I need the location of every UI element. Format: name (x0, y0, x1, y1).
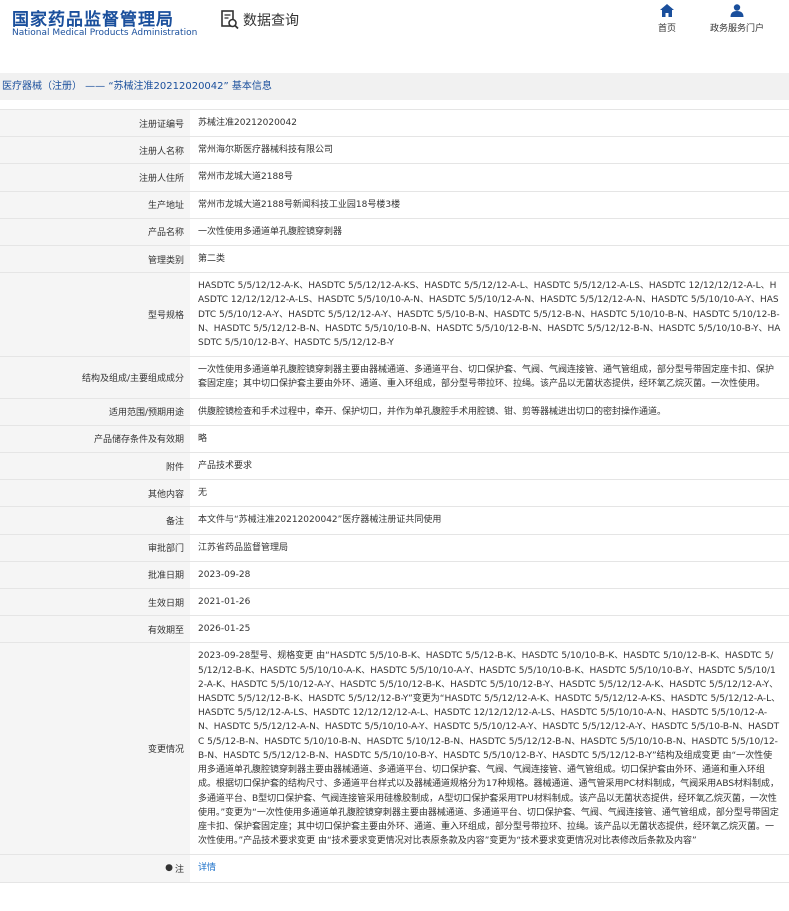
table-row: 产品储存条件及有效期略 (0, 425, 789, 454)
table-row: 产品名称 一次性使用多通道单孔腹腔镜穿刺器 (0, 218, 789, 247)
row-value: 一次性使用多通道单孔腹腔镜穿刺器主要由器械通道、多通道平台、切口保护套、气阀、气… (198, 365, 775, 390)
row-label: 有效期至 (0, 616, 190, 643)
table-row: 有效期至 2026-01-25 (0, 616, 789, 644)
row-value: 供腹腔镜检查和手术过程中，牵开、保护切口，并作为单孔腹腔手术用腔镜、钳、剪等器械… (198, 406, 667, 417)
table-row: 其他内容无 (0, 480, 789, 508)
row-value: 2026-01-25 (198, 624, 251, 635)
row-label: 结构及组成/主要组成成分 (0, 357, 190, 398)
note-label-cell: ● 注 (0, 855, 190, 882)
table-row: 型号规格 HASDTC 5/5/12/12-A-K、HASDTC 5/5/12/1… (0, 273, 789, 358)
breadcrumb: 医疗器械（注册） —— “苏械注准20212020042” 基本信息 (0, 73, 789, 100)
row-value: 常州市龙城大道2188号新闻科技工业园18号楼3楼 (198, 199, 401, 210)
row-value: 无 (198, 488, 208, 499)
row-value: 江苏省药品监督管理局 (198, 542, 289, 553)
home-icon (660, 4, 674, 17)
note-value-cell: 详情 (190, 855, 789, 881)
user-icon (730, 4, 744, 17)
row-value: 2021-01-26 (198, 597, 251, 608)
row-value: 产品技术要求 (198, 461, 253, 472)
note-row: ● 注详情 (0, 855, 789, 883)
details-link[interactable]: 详情 (198, 863, 216, 873)
row-value: 第二类 (198, 254, 226, 265)
row-label: 附件 (0, 453, 190, 480)
row-label: 产品储存条件及有效期 (0, 425, 190, 453)
table-row: 批准日期 2023-09-28 (0, 561, 789, 590)
row-label: 生效日期 (0, 589, 190, 616)
nav-home-label: 首页 (657, 24, 676, 34)
table-row: 适用范围/预期用途 供腹腔镜检查和手术过程中，牵开、保护切口，并作为单孔腹腔手术用… (0, 398, 789, 426)
table-row: 备注 本文件与“苏械注准20212020042”医疗器械注册证共同使用 (0, 507, 789, 535)
site-logo-en: National Medical Products Administration (12, 28, 198, 38)
row-value: 常州海尔斯医疗器械科技有限公司 (198, 145, 334, 156)
table-row: 注册人名称 常州海尔斯医疗器械科技有限公司 (0, 137, 789, 165)
row-value: HASDTC 5/5/12/12-A-K、HASDTC 5/5/12/12-A-… (198, 281, 781, 349)
table-row: 生效日期 2021-01-26 (0, 589, 789, 617)
table-row: 变更情况 2023-09-28型号、规格变更 由“HASDTC 5/5/10-B-… (0, 643, 789, 856)
row-label: 其他内容 (0, 480, 190, 507)
table-row: 生产地址 常州市龙城大道2188号新闻科技工业园18号楼3楼 (0, 191, 789, 219)
note-icon: ● (165, 863, 173, 874)
site-logo-cn[interactable]: 国家药品监督管理局 (12, 5, 174, 30)
row-value: 苏械注准20212020042 (198, 118, 297, 128)
note-label: 注 (174, 864, 184, 875)
row-label: 批准日期 (0, 561, 190, 589)
row-label: 注册证编号 (0, 110, 190, 137)
row-label: 适用范围/预期用途 (0, 398, 190, 425)
row-value: 本文件与“苏械注准20212020042”医疗器械注册证共同使用 (198, 515, 442, 526)
row-value: 略 (198, 433, 208, 444)
nav-gov-label: 政务服务门户 (709, 24, 764, 34)
row-label: 生产地址 (0, 191, 190, 218)
row-label: 审批部门 (0, 534, 190, 561)
row-label: 产品名称 (0, 218, 190, 246)
table-row: 结构及组成/主要组成成分 一次性使用多通道单孔腹腔镜穿刺器主要由器械通道、多通道平… (0, 357, 789, 399)
row-label: 管理类别 (0, 246, 190, 273)
data-query-icon (221, 10, 239, 30)
nav-home[interactable]: 首页 (652, 4, 682, 34)
row-label: 注册人名称 (0, 137, 190, 164)
row-label: 变更情况 (0, 643, 190, 855)
table-row: 注册人住所 常州市龙城大道2188号 (0, 164, 789, 192)
row-label: 备注 (0, 507, 190, 534)
row-value: 2023-09-28型号、规格变更 由“HASDTC 5/5/10-B-K、HA… (198, 651, 781, 847)
table-row: 注册证编号 苏械注准20212020042 (0, 110, 789, 138)
row-value: 一次性使用多通道单孔腹腔镜穿刺器 (198, 226, 343, 237)
table-row: 审批部门 江苏省药品监督管理局 (0, 534, 789, 562)
nav-gov-portal[interactable]: 政务服务门户 (702, 4, 772, 34)
row-value: 常州市龙城大道2188号 (198, 172, 293, 183)
row-label: 注册人住所 (0, 164, 190, 191)
table-row: 附件 产品技术要求 (0, 453, 789, 481)
site-header: 国家药品监督管理局 National Medical Products Admi… (0, 0, 789, 48)
data-query-title: 数据查询 (243, 13, 299, 29)
table-row: 管理类别 第二类 (0, 246, 789, 274)
info-table: 注册证编号 苏械注准20212020042 注册人名称 常州海尔斯医疗器械科技有限公司… (0, 109, 789, 883)
row-value: 2023-09-28 (198, 569, 251, 580)
row-label: 型号规格 (0, 273, 190, 357)
